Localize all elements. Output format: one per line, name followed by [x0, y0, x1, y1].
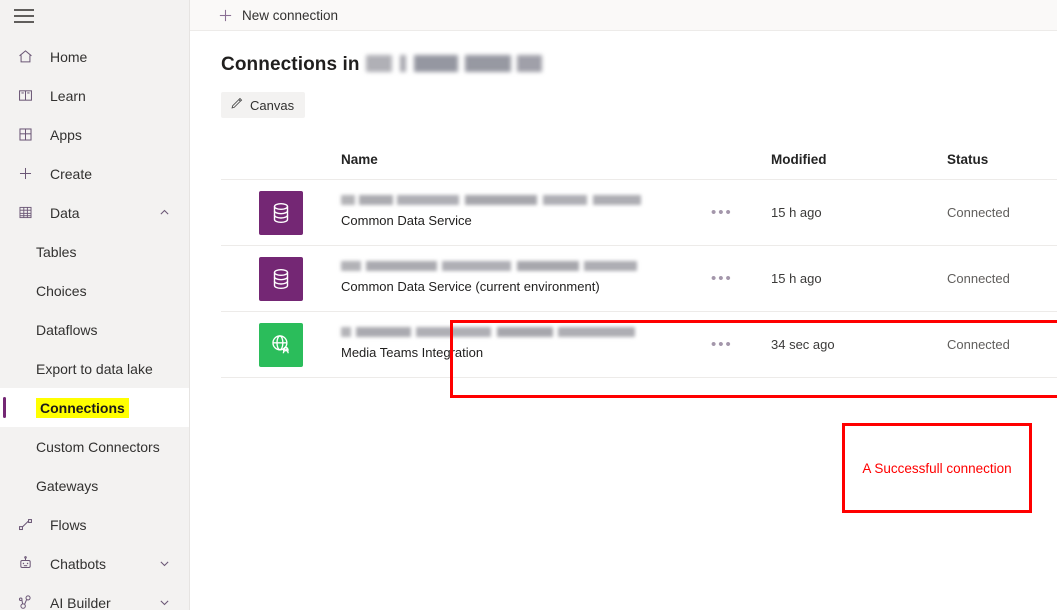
connection-name-redacted — [341, 195, 641, 205]
sidebar-item-choices[interactable]: Choices — [0, 271, 189, 310]
status-badge: Connected — [947, 337, 1010, 352]
chevron-up-icon[interactable] — [158, 206, 171, 219]
sidebar-item-learn[interactable]: Learn — [0, 76, 189, 115]
connection-name-redacted — [341, 327, 635, 337]
home-icon — [14, 46, 36, 68]
row-name-cell: Media Teams Integration — [341, 327, 703, 362]
row-overflow-cell: ••• — [703, 337, 771, 352]
row-modified: 15 h ago — [771, 205, 822, 220]
row-icon-cell — [221, 322, 341, 367]
sidebar-item-label: Connections — [36, 397, 129, 418]
row-overflow-cell: ••• — [703, 205, 771, 220]
connector-name: Common Data Service (current environment… — [341, 279, 600, 294]
sidebar-item-label: Chatbots — [50, 555, 107, 572]
selected-indicator — [3, 397, 6, 418]
row-modified: 15 h ago — [771, 271, 822, 286]
sidebar-item-label: Custom Connectors — [36, 438, 160, 455]
table-row[interactable]: Common Data Service ••• 15 h ago Connect… — [221, 180, 1057, 246]
sidebar-item-export-to-data-lake[interactable]: Export to data lake — [0, 349, 189, 388]
chevron-down-icon[interactable] — [158, 596, 171, 609]
page-title-prefix: Connections in — [221, 54, 360, 75]
sidebar-item-label: Tables — [36, 243, 77, 260]
column-header-modified[interactable]: Modified — [771, 152, 947, 167]
table-header-row: Name Modified Status — [221, 140, 1057, 180]
row-overflow-cell: ••• — [703, 271, 771, 286]
sidebar-item-data[interactable]: Data — [0, 193, 189, 232]
row-name-cell: Common Data Service — [341, 195, 703, 230]
row-name-cell: Common Data Service (current environment… — [341, 261, 703, 296]
canvas-label: Canvas — [250, 97, 295, 113]
globe-person-icon — [259, 322, 303, 367]
sidebar-item-label: Data — [50, 204, 80, 221]
table-row[interactable]: Common Data Service (current environment… — [221, 246, 1057, 312]
left-sidebar: Home Learn Apps Create Data Tables Choic… — [0, 0, 190, 610]
database-icon — [259, 256, 303, 301]
sidebar-item-label: Choices — [36, 282, 87, 299]
row-icon-cell — [221, 256, 341, 301]
sidebar-item-tables[interactable]: Tables — [0, 232, 189, 271]
new-connection-button[interactable]: New connection — [218, 0, 338, 31]
hamburger-icon[interactable] — [0, 0, 46, 31]
robot-icon — [14, 553, 36, 575]
sidebar-item-apps[interactable]: Apps — [0, 115, 189, 154]
sidebar-item-label: Flows — [50, 516, 87, 533]
sidebar-item-gateways[interactable]: Gateways — [0, 466, 189, 505]
sidebar-item-label: Create — [50, 165, 93, 182]
sidebar-item-dataflows[interactable]: Dataflows — [0, 310, 189, 349]
row-modified: 34 sec ago — [771, 337, 835, 352]
main-content: New connection Connections in Canvas Nam… — [190, 0, 1057, 610]
sidebar-item-label: Gateways — [36, 477, 99, 494]
flow-icon — [14, 514, 36, 536]
column-header-status[interactable]: Status — [947, 152, 1057, 167]
book-icon — [14, 85, 36, 107]
row-icon-cell — [221, 190, 341, 235]
sidebar-item-ai-builder[interactable]: AI Builder — [0, 583, 189, 610]
sidebar-item-connections[interactable]: Connections — [0, 388, 189, 427]
hamburger-line — [14, 20, 34, 23]
status-badge: Connected — [947, 205, 1010, 220]
pencil-icon — [230, 97, 243, 113]
page-body: Connections in Canvas Name Modified Stat… — [190, 53, 1057, 378]
environment-name-redacted — [365, 55, 542, 72]
power-apps-connections-page: Home Learn Apps Create Data Tables Choic… — [0, 0, 1057, 610]
hamburger-line — [14, 8, 34, 11]
sidebar-item-custom-connectors[interactable]: Custom Connectors — [0, 427, 189, 466]
column-header-name[interactable]: Name — [341, 152, 703, 167]
connector-name: Common Data Service — [341, 213, 472, 228]
sidebar-item-create[interactable]: Create — [0, 154, 189, 193]
sidebar-item-label: Export to data lake — [36, 360, 153, 377]
sidebar-item-flows[interactable]: Flows — [0, 505, 189, 544]
sidebar-item-label: Home — [50, 48, 88, 65]
ellipsis-icon[interactable]: ••• — [711, 205, 733, 220]
plus-icon — [218, 8, 233, 23]
canvas-filter-button[interactable]: Canvas — [221, 92, 306, 118]
ellipsis-icon[interactable]: ••• — [711, 271, 733, 286]
database-icon — [259, 190, 303, 235]
connector-name: Media Teams Integration — [341, 345, 484, 360]
table-icon — [14, 202, 36, 224]
page-title: Connections in — [221, 53, 1057, 76]
status-badge: Connected — [947, 271, 1010, 286]
command-bar: New connection — [190, 0, 1057, 31]
connections-table: Name Modified Status Common Data Service… — [221, 140, 1057, 378]
annotation-note-text: A Successfull connection — [862, 460, 1012, 476]
sidebar-item-home[interactable]: Home — [0, 37, 189, 76]
sidebar-item-chatbots[interactable]: Chatbots — [0, 544, 189, 583]
plus-icon — [14, 163, 36, 185]
connection-name-redacted — [341, 261, 637, 271]
apps-grid-icon — [14, 124, 36, 146]
sidebar-item-label: Learn — [50, 87, 86, 104]
sidebar-item-label: Apps — [50, 126, 82, 143]
hamburger-line — [14, 14, 34, 17]
chevron-down-icon[interactable] — [158, 557, 171, 570]
ai-nodes-icon — [14, 592, 36, 610]
sidebar-item-label: Dataflows — [36, 321, 98, 338]
annotation-note-box: A Successfull connection — [842, 423, 1032, 513]
sidebar-item-label: AI Builder — [50, 594, 111, 610]
ellipsis-icon[interactable]: ••• — [711, 337, 733, 352]
new-connection-label: New connection — [242, 7, 339, 23]
table-row[interactable]: Media Teams Integration ••• 34 sec ago C… — [221, 312, 1057, 378]
sidebar-nav-list: Home Learn Apps Create Data Tables Choic… — [0, 37, 189, 610]
